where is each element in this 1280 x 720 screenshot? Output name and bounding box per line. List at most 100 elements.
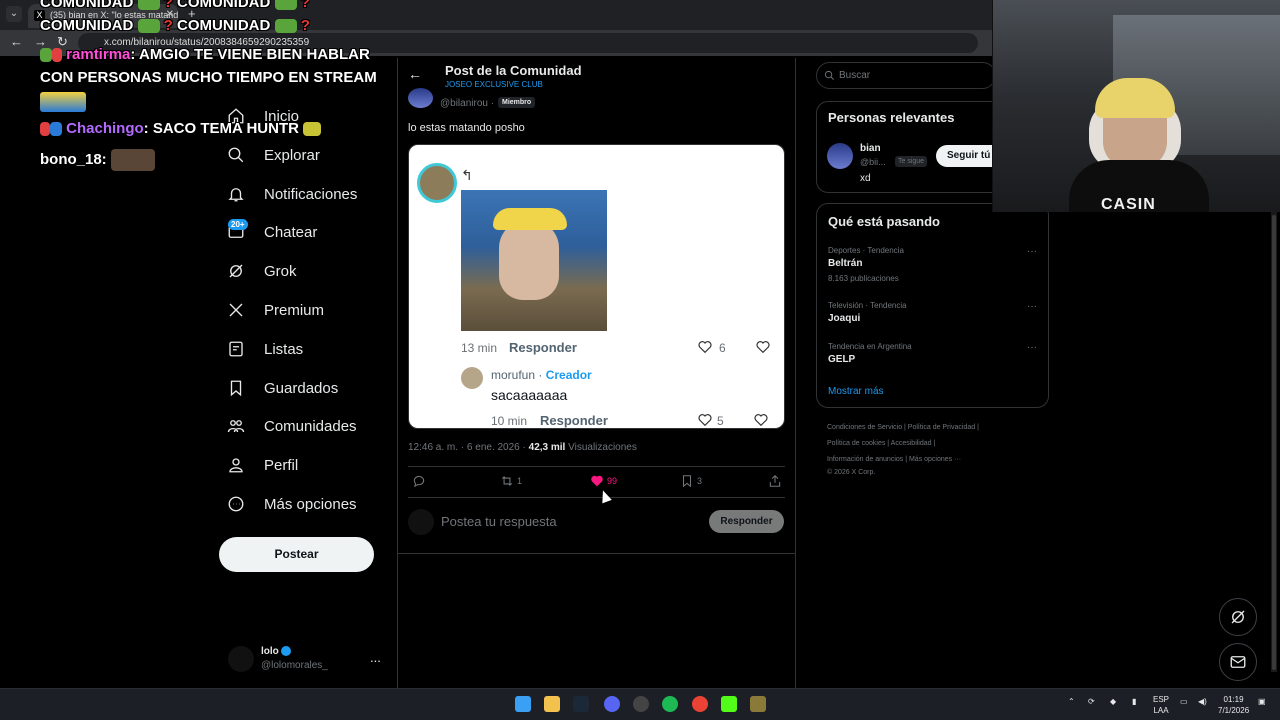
trend-count: 8.163 publicaciones [828, 274, 899, 283]
obs-icon[interactable] [633, 696, 649, 712]
search-input[interactable]: Buscar [816, 62, 996, 89]
overlay-chat-message: Chachingo: SACO TEMA HUNTR [40, 120, 322, 137]
kick-icon[interactable] [721, 696, 737, 712]
nav-item-perfil[interactable]: Perfil [220, 450, 298, 480]
nav-item-listas[interactable]: Listas [220, 334, 303, 364]
divider [397, 553, 796, 554]
relevant-people-title: Personas relevantes [828, 110, 955, 125]
layout: LAA [1153, 706, 1169, 715]
reply-input[interactable]: Postea tu respuesta [441, 514, 557, 529]
back-icon[interactable]: ← [10, 34, 23, 49]
webcam-shirt-text: CASIN [1101, 196, 1156, 212]
trend-name[interactable]: Joaqui [828, 313, 860, 324]
search-placeholder: Buscar [839, 70, 871, 81]
account-switcher[interactable]: lolo @lolomorales_ ... [228, 644, 388, 674]
community-name-link[interactable]: JOSEO EXCLUSIVE CLUB [445, 80, 543, 89]
reply-submit-button[interactable]: Responder [709, 510, 784, 533]
taskbar-clock[interactable]: 01:19 7/1/2026 [1218, 694, 1249, 716]
like-button[interactable]: 99 [590, 474, 617, 488]
account-name-row: lolo [261, 646, 291, 657]
relevant-user-name[interactable]: bian [860, 143, 881, 154]
repost-count: 1 [517, 476, 523, 486]
file-explorer-icon[interactable] [544, 696, 560, 712]
messages-fab-button[interactable] [1219, 643, 1257, 681]
bookmark-icon [682, 475, 692, 488]
relevant-user-handle: @bii... [860, 157, 886, 167]
person-icon [226, 455, 246, 475]
tray-network-icon[interactable]: ▭ [1180, 697, 1188, 706]
grok-fab-button[interactable] [1219, 598, 1257, 636]
author-avatar[interactable] [408, 88, 433, 108]
dislike-icon [755, 339, 771, 360]
author-handle[interactable]: @bilanirou · [440, 98, 494, 109]
tray-mic-icon[interactable]: ▮ [1132, 697, 1136, 706]
search-icon [824, 70, 834, 80]
repost-button[interactable]: 1 [500, 474, 522, 488]
relevant-user-bio: xd [860, 173, 871, 184]
scrollbar-thumb[interactable] [1272, 215, 1276, 670]
trends-title: Qué está pasando [828, 214, 940, 229]
overlay-chat-message: bono_18: [40, 149, 155, 171]
back-arrow-icon[interactable]: ← [408, 66, 422, 82]
divider [408, 497, 785, 498]
bookmark-count: 3 [697, 476, 703, 486]
nav-item-grok[interactable]: Grok [220, 256, 297, 286]
dislike-icon [753, 412, 769, 428]
trend-menu-icon[interactable]: ··· [1027, 246, 1037, 257]
like-count: 99 [607, 476, 618, 486]
badge-emote-icon [40, 122, 50, 137]
app-icon[interactable] [750, 696, 766, 712]
footer-links[interactable]: Información de anuncios | Más opciones ·… [827, 456, 961, 463]
share-button[interactable] [768, 474, 785, 488]
tray-chevron-icon[interactable]: ⌃ [1068, 697, 1075, 706]
footer-links[interactable]: Condiciones de Servicio | Política de Pr… [827, 424, 979, 431]
clock-time: 01:19 [1223, 695, 1244, 704]
chat-icon: 20+ [226, 219, 248, 242]
discord-icon[interactable] [604, 696, 620, 712]
chrome-icon[interactable] [692, 696, 708, 712]
timestamp-text: 12:46 a. m. · 6 ene. 2026 · [408, 442, 529, 453]
tray-notification-icon[interactable]: ▣ [1258, 697, 1266, 706]
nav-label: Más opciones [264, 495, 357, 513]
follow-button[interactable]: Seguir tú [936, 145, 996, 167]
webcam-overlay: CASIN [992, 0, 1280, 212]
follows-you-badge: Te sigue [895, 156, 928, 167]
avatar [228, 646, 254, 672]
footer-links[interactable]: Política de cookies | Accesibilidad | [827, 440, 935, 447]
trend-name[interactable]: GELP [828, 354, 855, 365]
tray-sync-icon[interactable]: ⟳ [1088, 697, 1095, 706]
nav-item-guardados[interactable]: Guardados [220, 373, 338, 403]
nav-item-explorar[interactable]: Explorar [220, 140, 320, 170]
nav-item-mas-opciones[interactable]: Más opciones [220, 489, 357, 519]
spotify-icon[interactable] [662, 696, 678, 712]
post-image[interactable]: ↰ 13 min Responder 6 morufun · Creador s… [408, 144, 785, 429]
nav-item-comunidades[interactable]: Comunidades [220, 411, 357, 441]
tray-security-icon[interactable]: ◆ [1110, 697, 1116, 706]
start-icon[interactable] [515, 696, 531, 712]
trend-menu-icon[interactable]: ··· [1027, 342, 1037, 353]
page-title: Post de la Comunidad [445, 63, 582, 78]
account-menu-icon[interactable]: ... [370, 650, 381, 665]
reply-button[interactable] [412, 474, 429, 488]
search-icon [226, 145, 246, 165]
nav-item-chatear[interactable]: 20+ Chatear [220, 217, 317, 247]
nav-item-notificaciones[interactable]: Notificaciones [220, 179, 357, 209]
language-indicator[interactable]: ESP LAA [1153, 694, 1169, 716]
pepe-emote-icon [137, 19, 160, 34]
footer-copyright: © 2026 X Corp. [827, 469, 876, 476]
tab-search-icon[interactable]: ⌄ [6, 6, 22, 22]
avatar[interactable] [827, 143, 853, 169]
grok-icon [1231, 610, 1245, 624]
steam-icon[interactable] [573, 696, 589, 712]
trend-name[interactable]: Beltrán [828, 258, 862, 269]
tray-volume-icon[interactable]: ◀) [1198, 697, 1207, 706]
badge-emote-icon [50, 122, 62, 137]
trend-meta: Tendencia en Argentina [828, 342, 912, 351]
more-circle-icon [226, 494, 246, 514]
show-more-link[interactable]: Mostrar más [828, 386, 884, 397]
post-button[interactable]: Postear [219, 537, 374, 572]
bookmark-button[interactable]: 3 [680, 474, 702, 488]
trend-menu-icon[interactable]: ··· [1027, 301, 1037, 312]
nav-item-premium[interactable]: Premium [220, 295, 324, 325]
emote-icon [303, 122, 322, 137]
